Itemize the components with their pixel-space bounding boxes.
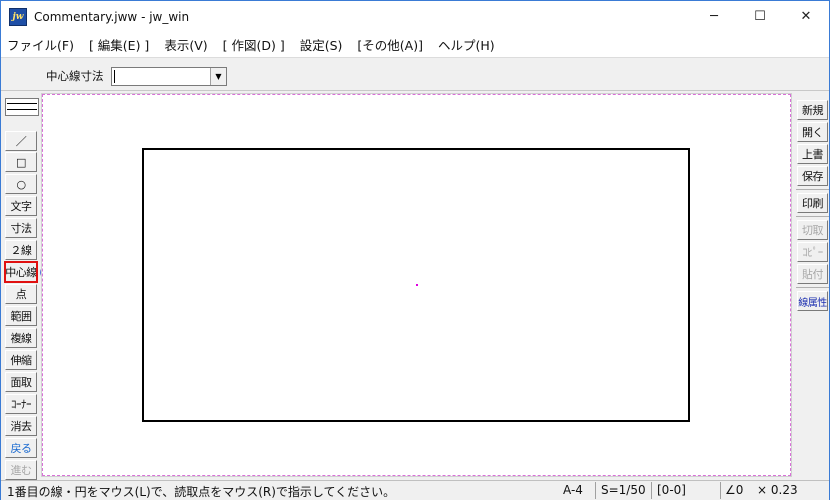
window-controls: ─ ☐ ✕ [691, 1, 829, 32]
paper-size[interactable]: A-4 [563, 483, 583, 497]
stretch-tool-button[interactable]: 伸縮 [5, 350, 37, 370]
erase-tool-button[interactable]: 消去 [5, 416, 37, 436]
center-line-dimension-label: 中心線寸法 [46, 69, 104, 83]
menu-edit[interactable]: [ 編集(E) ] [87, 33, 151, 56]
jw-app-icon: jw [9, 7, 27, 26]
status-message: 1番目の線・円をマウス(L)で、読取点をマウス(R)で指示してください。 [7, 485, 396, 499]
window-title: Commentary.jww - jw_win [34, 9, 190, 24]
double-line-tool-button[interactable]: ２線 [5, 240, 37, 260]
angle-indicator[interactable]: ∠0 [725, 483, 743, 497]
redo-button[interactable]: 進む [5, 460, 37, 480]
toolbar-divider [796, 216, 829, 217]
status-divider [651, 482, 652, 499]
line-sample-stroke [7, 109, 37, 110]
jw-win-window: jw Commentary.jww - jw_win ─ ☐ ✕ ファイル(F)… [0, 0, 830, 500]
text-tool-button[interactable]: 文字 [5, 196, 37, 216]
print-button[interactable]: 印刷 [797, 193, 828, 213]
copy-button[interactable]: ｺﾋﾟｰ [797, 242, 828, 262]
line-attribute-button[interactable]: 線属性 [797, 291, 828, 311]
scale-indicator[interactable]: S=1/50 [601, 483, 646, 497]
range-tool-button[interactable]: 範囲 [5, 306, 37, 326]
zoom-indicator[interactable]: × 0.23 [757, 483, 798, 497]
toolbar-divider [796, 287, 829, 288]
save-button[interactable]: 保存 [797, 166, 828, 186]
paste-button[interactable]: 貼付 [797, 264, 828, 284]
reference-point [416, 284, 418, 286]
toolbar-divider [796, 189, 829, 190]
menu-other[interactable]: [その他(A)] [355, 33, 425, 56]
close-button[interactable]: ✕ [783, 1, 829, 32]
new-file-button[interactable]: 新規 [797, 100, 828, 120]
layer-indicator[interactable]: [0-0] [657, 483, 686, 497]
corner-tool-button[interactable]: ｺｰﾅｰ [5, 394, 37, 414]
point-tool-button[interactable]: 点 [5, 284, 37, 304]
status-divider [720, 482, 721, 499]
center-line-dimension-combo[interactable]: ▼ [111, 67, 227, 86]
left-toolbar: ／ □ ○ 文字 寸法 ２線 中心線 点 範囲 複線 伸縮 面取 ｺｰﾅｰ 消去… [3, 94, 39, 480]
rectangle-tool-icon: □ [16, 155, 26, 169]
dropdown-arrow-icon[interactable]: ▼ [210, 68, 226, 85]
maximize-button[interactable]: ☐ [737, 1, 783, 32]
menu-file[interactable]: ファイル(F) [5, 33, 76, 56]
text-caret [114, 70, 115, 83]
dimension-tool-button[interactable]: 寸法 [5, 218, 37, 238]
undo-button[interactable]: 戻る [5, 438, 37, 458]
menu-bar: ファイル(F) [ 編集(E) ] 表示(V) [ 作図(D) ] 設定(S) … [1, 32, 829, 58]
title-bar: jw Commentary.jww - jw_win ─ ☐ ✕ [1, 1, 829, 32]
menu-view[interactable]: 表示(V) [162, 33, 209, 56]
overwrite-save-button[interactable]: 上書 [797, 144, 828, 164]
offset-line-tool-button[interactable]: 複線 [5, 328, 37, 348]
status-bar: 1番目の線・円をマウス(L)で、読取点をマウス(R)で指示してください。 A-4… [1, 480, 829, 500]
circle-tool-button[interactable]: ○ [5, 174, 37, 194]
minimize-button[interactable]: ─ [691, 1, 737, 32]
line-sample-stroke [7, 103, 37, 104]
line-type-sample[interactable] [5, 98, 39, 116]
drawing-canvas[interactable] [41, 93, 792, 477]
open-file-button[interactable]: 開く [797, 122, 828, 142]
chamfer-tool-button[interactable]: 面取 [5, 372, 37, 392]
control-bar: 中心線寸法 ▼ [1, 59, 829, 91]
rectangle-tool-button[interactable]: □ [5, 152, 37, 172]
menu-settings[interactable]: 設定(S) [298, 33, 345, 56]
status-divider [595, 482, 596, 499]
circle-tool-icon: ○ [16, 177, 26, 191]
line-tool-icon: ／ [15, 135, 27, 148]
center-line-tool-button[interactable]: 中心線 [4, 261, 38, 283]
menu-draw[interactable]: [ 作図(D) ] [221, 33, 287, 56]
right-toolbar: 新規 開く 上書 保存 印刷 切取 ｺﾋﾟｰ 貼付 線属性 [794, 93, 830, 323]
menu-help[interactable]: ヘルプ(H) [436, 33, 497, 56]
line-tool-button[interactable]: ／ [5, 131, 37, 151]
cut-button[interactable]: 切取 [797, 220, 828, 240]
